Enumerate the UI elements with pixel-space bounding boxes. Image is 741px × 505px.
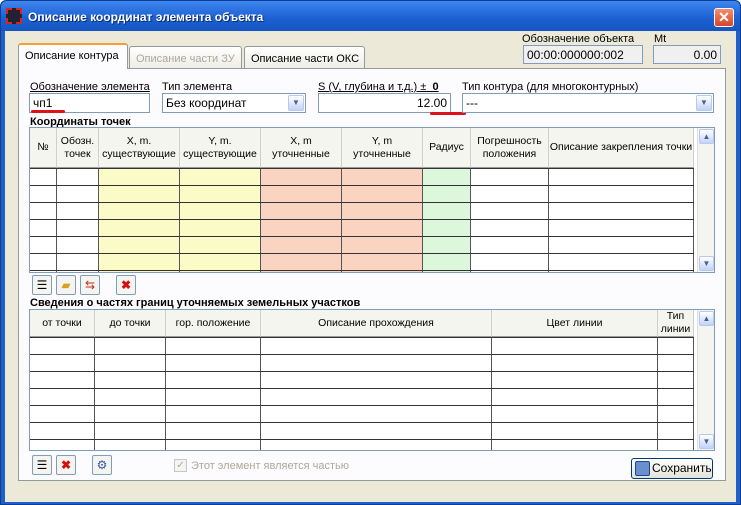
- annotation-underline-designation: [31, 110, 65, 113]
- save-button-label: Сохранить: [652, 461, 712, 475]
- scroll-down-icon[interactable]: ▼: [699, 434, 714, 449]
- grid-row-line: [30, 270, 694, 271]
- col-header-from[interactable]: от точки: [30, 310, 95, 337]
- col-header-x-refined[interactable]: X, m уточненные: [261, 128, 342, 168]
- col-header-description[interactable]: Описание прохождения: [261, 310, 492, 337]
- grid-row-line: [30, 371, 694, 372]
- contour-type-label: Тип контура (для многоконтурных): [462, 81, 639, 93]
- settings-icon[interactable]: ⚙: [92, 455, 112, 475]
- grid-row-line: [30, 439, 694, 440]
- close-button[interactable]: ✕: [714, 8, 734, 27]
- window-title: Описание координат элемента объекта: [28, 10, 264, 24]
- area-pm-value: 0: [432, 81, 439, 93]
- tab-land-part[interactable]: Описание части ЗУ: [129, 46, 242, 70]
- grid-col-fixation: [549, 168, 694, 272]
- grid-row-line: [30, 236, 694, 237]
- parts-section-title: Сведения о частях границ уточняемых земе…: [30, 297, 361, 309]
- col-header-x-existing[interactable]: X, m. существующие: [99, 128, 180, 168]
- col-header-line-type[interactable]: Тип линии: [658, 310, 694, 337]
- add-row-icon[interactable]: ☰: [32, 275, 52, 295]
- col-header-color[interactable]: Цвет линии: [492, 310, 658, 337]
- open-folder-icon[interactable]: ▰: [56, 275, 76, 295]
- save-icon: [635, 461, 650, 476]
- element-type-label: Тип элемента: [162, 81, 233, 93]
- tab-panel: Обозначение элемента чп1 Тип элемента Бе…: [18, 68, 726, 481]
- grid-col-no: [30, 168, 57, 272]
- grid-col-x-existing: [99, 168, 180, 272]
- grid-col-y-refined: [342, 168, 423, 272]
- dialog-client: Обозначение объекта 00:00:000000:002 Mt …: [5, 31, 736, 502]
- object-designation-label: Обозначение объекта: [522, 33, 635, 45]
- points-scrollbar[interactable]: ▲ ▼: [697, 128, 714, 272]
- col-header-horizontal[interactable]: гор. положение: [166, 310, 261, 337]
- dialog-window: Описание координат элемента объекта ✕ Об…: [0, 0, 741, 505]
- chevron-down-icon[interactable]: ▼: [288, 95, 304, 111]
- mt-field: 0.00: [653, 45, 721, 64]
- scroll-down-icon[interactable]: ▼: [699, 256, 714, 271]
- grid-col-error: [471, 168, 549, 272]
- parts-grid[interactable]: от точки до точки гор. положение Описани…: [29, 309, 715, 451]
- import-icon[interactable]: ⇆: [80, 275, 100, 295]
- add-row-icon[interactable]: ☰: [32, 455, 52, 475]
- grid-row-line: [30, 185, 694, 186]
- save-button[interactable]: Сохранить: [631, 458, 713, 479]
- mt-label: Mt: [654, 33, 667, 45]
- grid-row-line: [30, 202, 694, 203]
- area-input[interactable]: 12.00: [318, 93, 451, 113]
- col-header-y-refined[interactable]: Y, m уточненные: [342, 128, 423, 168]
- parts-scrollbar[interactable]: ▲ ▼: [697, 310, 714, 450]
- grid-col-radius: [423, 168, 471, 272]
- tab-contour[interactable]: Описание контура: [18, 43, 128, 69]
- scroll-up-icon[interactable]: ▲: [699, 129, 714, 144]
- element-type-select[interactable]: Без координат ▼: [162, 93, 306, 113]
- app-icon: [6, 8, 22, 24]
- points-grid[interactable]: № Обозн. точек X, m. существующие Y, m. …: [29, 127, 715, 273]
- annotation-underline-area: [430, 112, 466, 115]
- title-bar[interactable]: Описание координат элемента объекта ✕: [1, 1, 740, 31]
- grid-row-line: [30, 337, 694, 338]
- contour-type-value: ---: [466, 96, 478, 110]
- col-header-error[interactable]: Погрешность положения: [471, 128, 549, 168]
- grid-row-line: [30, 405, 694, 406]
- part-checkbox-label: Этот элемент является частью: [191, 460, 350, 472]
- grid-row-line: [30, 219, 694, 220]
- col-header-to[interactable]: до точки: [95, 310, 166, 337]
- element-type-value: Без координат: [166, 96, 247, 110]
- grid-col-y-existing: [180, 168, 261, 272]
- element-designation-label: Обозначение элемента: [30, 81, 150, 93]
- grid-row-line: [30, 168, 694, 169]
- chevron-down-icon[interactable]: ▼: [696, 95, 712, 111]
- contour-type-select[interactable]: --- ▼: [462, 93, 714, 113]
- grid-row-line: [30, 422, 694, 423]
- col-header-no[interactable]: №: [30, 128, 57, 168]
- grid-row-line: [30, 354, 694, 355]
- col-header-radius[interactable]: Радиус: [423, 128, 471, 168]
- grid-col-x-refined: [261, 168, 342, 272]
- area-label-text: S (V, глубина и т.д.) ±: [318, 81, 427, 93]
- delete-icon[interactable]: ✖: [116, 275, 136, 295]
- col-header-point[interactable]: Обозн. точек: [57, 128, 99, 168]
- col-header-y-existing[interactable]: Y, m. существующие: [180, 128, 261, 168]
- col-header-fixation[interactable]: Описание закрепления точки: [549, 128, 694, 168]
- tab-oks-part[interactable]: Описание части ОКС: [244, 46, 365, 70]
- part-checkbox[interactable]: ✓: [174, 459, 187, 472]
- delete-icon[interactable]: ✖: [56, 455, 76, 475]
- grid-row-line: [30, 253, 694, 254]
- scroll-up-icon[interactable]: ▲: [699, 311, 714, 326]
- area-label: S (V, глубина и т.д.) ± 0: [318, 81, 439, 93]
- object-designation-field: 00:00:000000:002: [523, 45, 643, 64]
- grid-col-point: [57, 168, 99, 272]
- grid-row-line: [30, 388, 694, 389]
